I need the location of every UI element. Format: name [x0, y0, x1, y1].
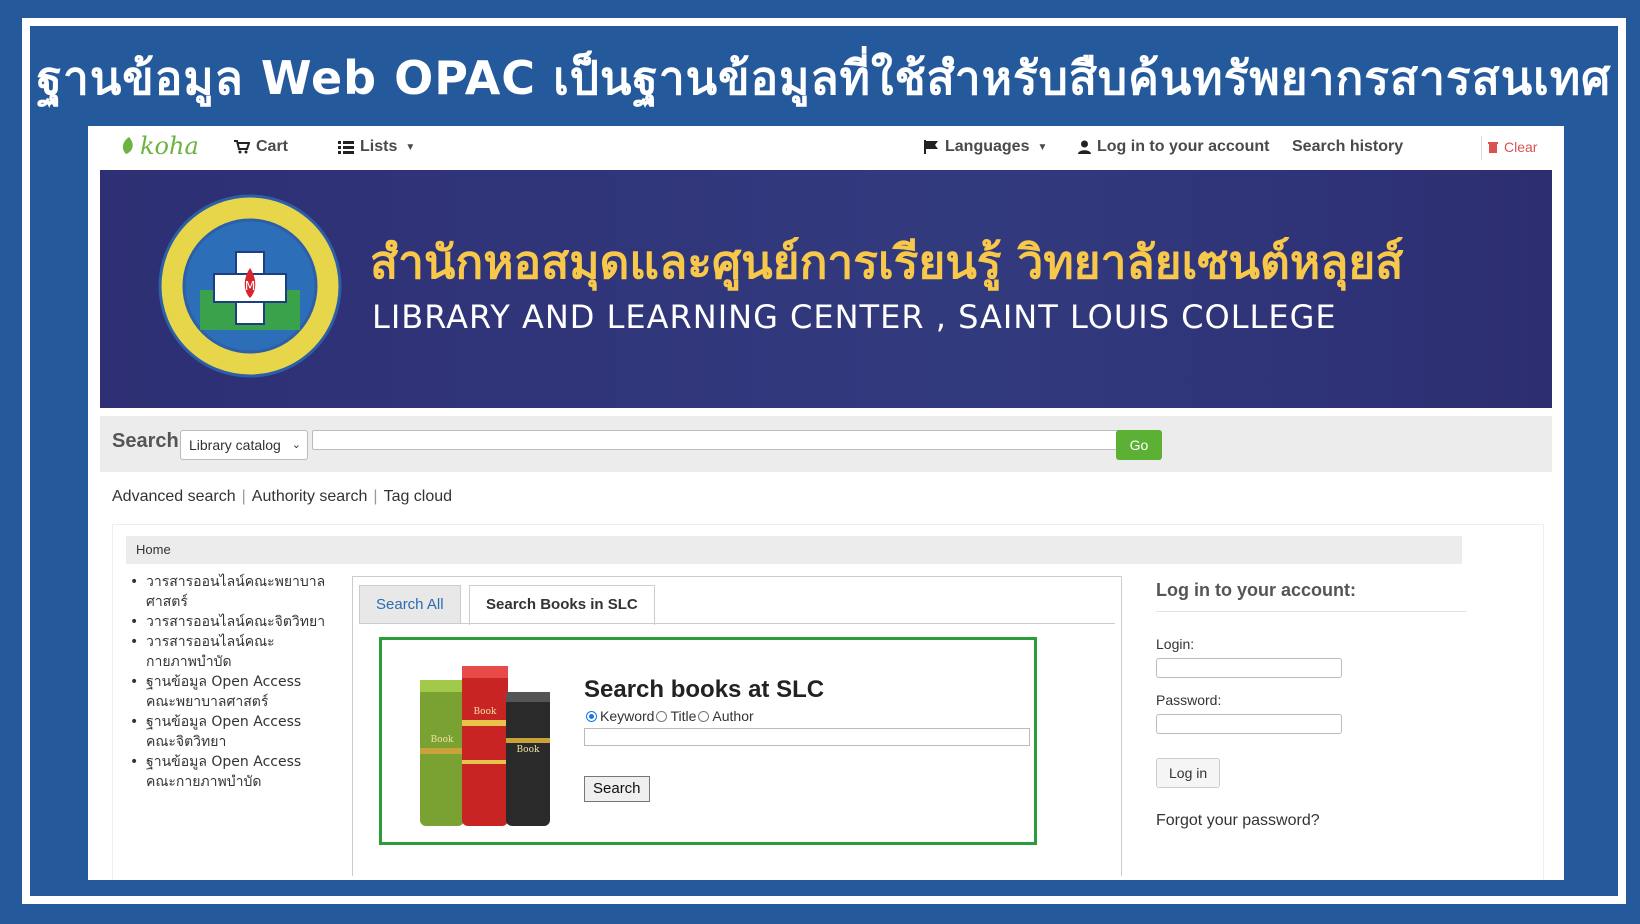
login-box: Log in to your account: Login: Password:… — [1156, 572, 1466, 830]
link-divider: | — [373, 488, 378, 505]
banner-english-title: LIBRARY AND LEARNING CENTER , SAINT LOUI… — [372, 298, 1337, 336]
book-search-button[interactable]: Search — [584, 776, 650, 802]
book-search-title: Search books at SLC — [584, 676, 825, 703]
library-banner: M สำนักหอสมุดและศูนย์การเรียนรู้ วิทยาลั… — [100, 170, 1552, 408]
book-spine-label: Book — [474, 707, 497, 717]
keyword-label: Keyword — [600, 708, 655, 724]
link-divider: | — [241, 488, 246, 505]
opac-screenshot: koha Cart Lists ▼ Languages ▼ Log in to … — [88, 126, 1564, 880]
advanced-search-link[interactable]: Advanced search — [112, 488, 236, 505]
tag-cloud-link[interactable]: Tag cloud — [384, 488, 453, 505]
caret-down-icon: ▼ — [405, 141, 416, 153]
search-history-label: Search history — [1292, 138, 1404, 155]
authority-search-link[interactable]: Authority search — [252, 488, 368, 505]
leaf-icon — [122, 137, 133, 154]
title-radio[interactable] — [656, 710, 668, 722]
clear-history-link[interactable]: Clear — [1488, 139, 1537, 155]
nav-divider — [1481, 136, 1482, 160]
side-links-list: วารสารออนไลน์คณะพยาบาลศาสตร์ วารสารออนไล… — [130, 572, 330, 792]
login-field-label: Login: — [1156, 636, 1195, 652]
list-item[interactable]: ฐานข้อมูล Open Access คณะจิตวิทยา — [130, 712, 330, 752]
search-scope-value: Library catalog — [189, 437, 281, 453]
caret-down-icon: ▼ — [1037, 141, 1048, 153]
search-input[interactable] — [312, 430, 1120, 450]
breadcrumb-home[interactable]: Home — [136, 542, 171, 557]
breadcrumb: Home — [126, 536, 1462, 564]
list-item[interactable]: วารสารออนไลน์คณะจิตวิทยา — [130, 612, 330, 632]
tab-search-all[interactable]: Search All — [359, 585, 461, 623]
password-field-label: Password: — [1156, 692, 1222, 708]
languages-menu[interactable]: Languages ▼ — [924, 138, 1047, 156]
book-search-input[interactable] — [584, 728, 1030, 746]
login-link[interactable]: Log in to your account — [1078, 138, 1269, 156]
list-icon — [338, 140, 354, 154]
banner-thai-title: สำนักหอสมุดและศูนย์การเรียนรู้ วิทยาลัยเ… — [370, 235, 1404, 289]
forgot-password-link[interactable]: Forgot your password? — [1156, 812, 1466, 830]
koha-logo[interactable]: koha — [120, 132, 199, 160]
login-label: Log in to your account — [1097, 138, 1270, 155]
login-heading: Log in to your account: — [1156, 572, 1466, 612]
author-label: Author — [712, 708, 754, 724]
tab-search-books-slc[interactable]: Search Books in SLC — [469, 585, 655, 625]
search-links: Advanced search | Authority search | Tag clo… — [112, 488, 452, 506]
clear-label: Clear — [1504, 139, 1538, 155]
slide-title: ฐานข้อมูล Web OPAC เป็นฐานข้อมูลที่ใช้สำ… — [36, 51, 1612, 105]
book-spine-label: Book — [517, 745, 540, 755]
lists-menu[interactable]: Lists ▼ — [338, 138, 415, 156]
cart-link[interactable]: Cart — [234, 138, 288, 156]
tab-divider — [359, 623, 1115, 624]
book-spine-label: Book — [431, 735, 454, 745]
search-scope-select[interactable]: Library catalog ⌄ — [180, 430, 308, 460]
list-item[interactable]: ฐานข้อมูล Open Access คณะพยาบาลศาสตร์ — [130, 672, 330, 712]
search-tabs-panel: Search All Search Books in SLC Book Book — [352, 576, 1122, 876]
list-item[interactable]: วารสารออนไลน์คณะกายภาพบำบัด — [130, 632, 330, 672]
search-label: Search — [112, 430, 179, 452]
search-history-link[interactable]: Search history — [1292, 138, 1403, 156]
go-button[interactable]: Go — [1116, 430, 1162, 460]
login-field[interactable] — [1156, 658, 1342, 678]
list-item[interactable]: ฐานข้อมูล Open Access คณะกายภาพบำบัด — [130, 752, 330, 792]
languages-label: Languages — [945, 138, 1030, 155]
top-navbar: koha Cart Lists ▼ Languages ▼ Log in to … — [88, 126, 1564, 170]
college-seal-logo: M — [158, 194, 342, 378]
title-label: Title — [670, 708, 697, 724]
search-type-radios: Keyword Title Author — [584, 708, 754, 724]
password-field[interactable] — [1156, 714, 1342, 734]
list-item[interactable]: วารสารออนไลน์คณะพยาบาลศาสตร์ — [130, 572, 330, 612]
slide-frame: ฐานข้อมูล Web OPAC เป็นฐานข้อมูลที่ใช้สำ… — [22, 18, 1626, 904]
cart-label: Cart — [256, 138, 289, 155]
search-bar: Search Library catalog ⌄ Go — [100, 416, 1552, 472]
chevron-down-icon: ⌄ — [291, 439, 301, 451]
author-radio[interactable] — [698, 710, 710, 722]
svg-text:M: M — [245, 279, 255, 293]
keyword-radio[interactable] — [586, 710, 597, 722]
books-icon: Book Book Book — [420, 666, 550, 826]
lists-label: Lists — [360, 138, 398, 155]
login-button[interactable]: Log in — [1156, 758, 1221, 788]
logo-text: koha — [140, 132, 199, 160]
cart-icon — [234, 140, 250, 154]
flag-icon — [924, 140, 938, 154]
user-icon — [1078, 140, 1091, 154]
trash-icon — [1488, 142, 1498, 153]
book-search-box: Book Book Book Search books at SLC Keywo… — [379, 637, 1037, 845]
